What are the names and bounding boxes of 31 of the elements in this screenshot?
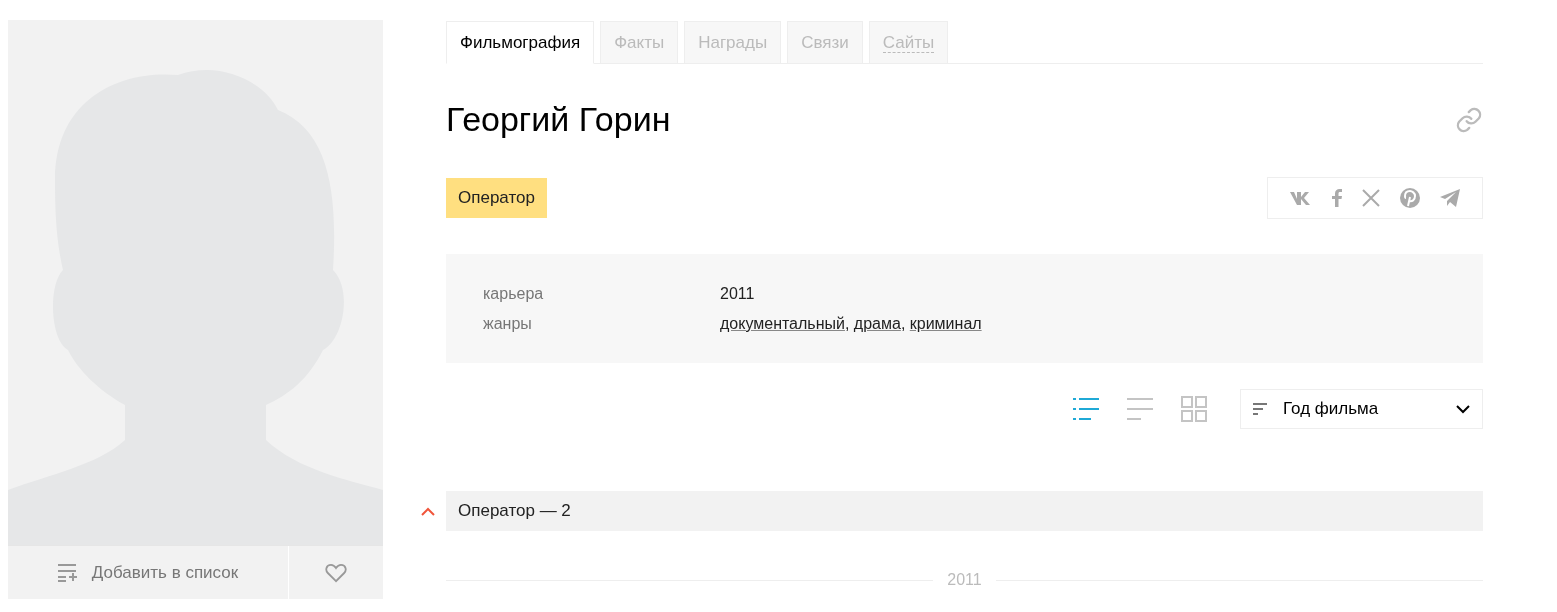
comma: ,: [900, 315, 907, 332]
facebook-icon[interactable]: [1332, 189, 1342, 207]
chevron-up-icon: [421, 506, 435, 516]
x-icon[interactable]: [1362, 189, 1380, 207]
person-name: Георгий Горин: [446, 100, 671, 139]
heart-icon: [325, 562, 347, 583]
link-icon[interactable]: [1455, 105, 1483, 134]
lines-view-icon: [1127, 396, 1153, 422]
view-toggle[interactable]: [1072, 395, 1100, 423]
genre-link[interactable]: криминал: [909, 315, 982, 332]
tab[interactable]: Фильмография: [446, 21, 595, 64]
year-divider: 2011: [947, 571, 982, 589]
comma: ,: [844, 315, 851, 332]
telegram-icon[interactable]: [1440, 189, 1460, 207]
list-view-icon: [1073, 396, 1099, 422]
view-toggle[interactable]: [1180, 395, 1208, 423]
vk-icon[interactable]: [1290, 191, 1312, 205]
pinterest-icon[interactable]: [1400, 188, 1420, 208]
info-label: жанры: [483, 315, 533, 333]
section-header: Оператор — 2: [446, 491, 1483, 531]
profession-tag: Оператор: [446, 178, 547, 218]
genre-link[interactable]: драма: [853, 315, 901, 332]
view-toggle[interactable]: [1126, 395, 1154, 423]
sort-dropdown[interactable]: Год фильма: [1240, 389, 1483, 429]
info-label: карьера: [483, 285, 545, 303]
chevron-down-icon: [1456, 404, 1470, 414]
sort-icon: [1253, 403, 1267, 415]
info-value: 2011: [720, 285, 756, 303]
genre-link[interactable]: документальный: [720, 315, 845, 332]
add-to-list-icon: [57, 562, 78, 583]
grid-view-icon: [1181, 396, 1207, 422]
